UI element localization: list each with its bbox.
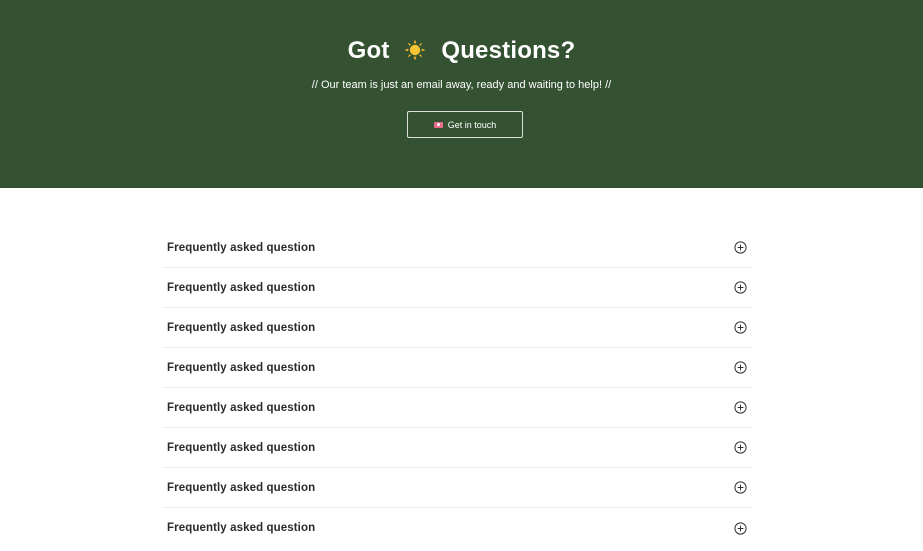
faq-question: Frequently asked question <box>167 522 316 534</box>
get-in-touch-label: Get in touch <box>447 119 497 130</box>
faq-item[interactable]: Frequently asked question <box>163 308 753 348</box>
faq-item[interactable]: Frequently asked question <box>163 468 753 508</box>
faq-question: Frequently asked question <box>167 321 316 334</box>
faq-question: Frequently asked question <box>167 281 316 294</box>
faq-question: Frequently asked question <box>167 401 316 414</box>
plus-circle-icon[interactable] <box>734 441 747 454</box>
faq-item[interactable]: Frequently asked question <box>163 348 753 388</box>
plus-circle-icon[interactable] <box>734 281 747 294</box>
faq-list: Frequently asked question Frequently ask… <box>163 228 753 548</box>
plus-circle-icon[interactable] <box>734 321 747 334</box>
faq-question: Frequently asked question <box>167 361 316 374</box>
faq-item[interactable]: Frequently asked question <box>163 428 753 468</box>
hero-title: Got Questions? <box>0 36 923 66</box>
faq-item[interactable]: Frequently asked question <box>163 268 753 308</box>
plus-circle-icon[interactable] <box>734 521 747 535</box>
hero-title-start: Got <box>347 37 390 64</box>
get-in-touch-button[interactable]: Get in touch <box>407 111 523 138</box>
hero-subtitle: // Our team is just an email away, ready… <box>311 79 612 91</box>
hero-section: Got Questions? // Our team is just an em… <box>0 0 923 188</box>
hero-title-end: Questions? <box>441 37 576 64</box>
faq-item[interactable]: Frequently asked question <box>163 388 753 428</box>
envelope-icon <box>433 121 443 128</box>
faq-question: Frequently asked question <box>167 481 316 494</box>
plus-circle-icon[interactable] <box>734 401 747 414</box>
plus-circle-icon[interactable] <box>734 361 747 374</box>
faq-item[interactable]: Frequently asked question <box>163 228 753 268</box>
plus-circle-icon[interactable] <box>734 481 747 494</box>
faq-item[interactable]: Frequently asked question <box>163 508 753 548</box>
sun-icon <box>404 39 426 61</box>
faq-question: Frequently asked question <box>167 241 316 254</box>
plus-circle-icon[interactable] <box>734 241 747 254</box>
faq-question: Frequently asked question <box>167 441 316 454</box>
